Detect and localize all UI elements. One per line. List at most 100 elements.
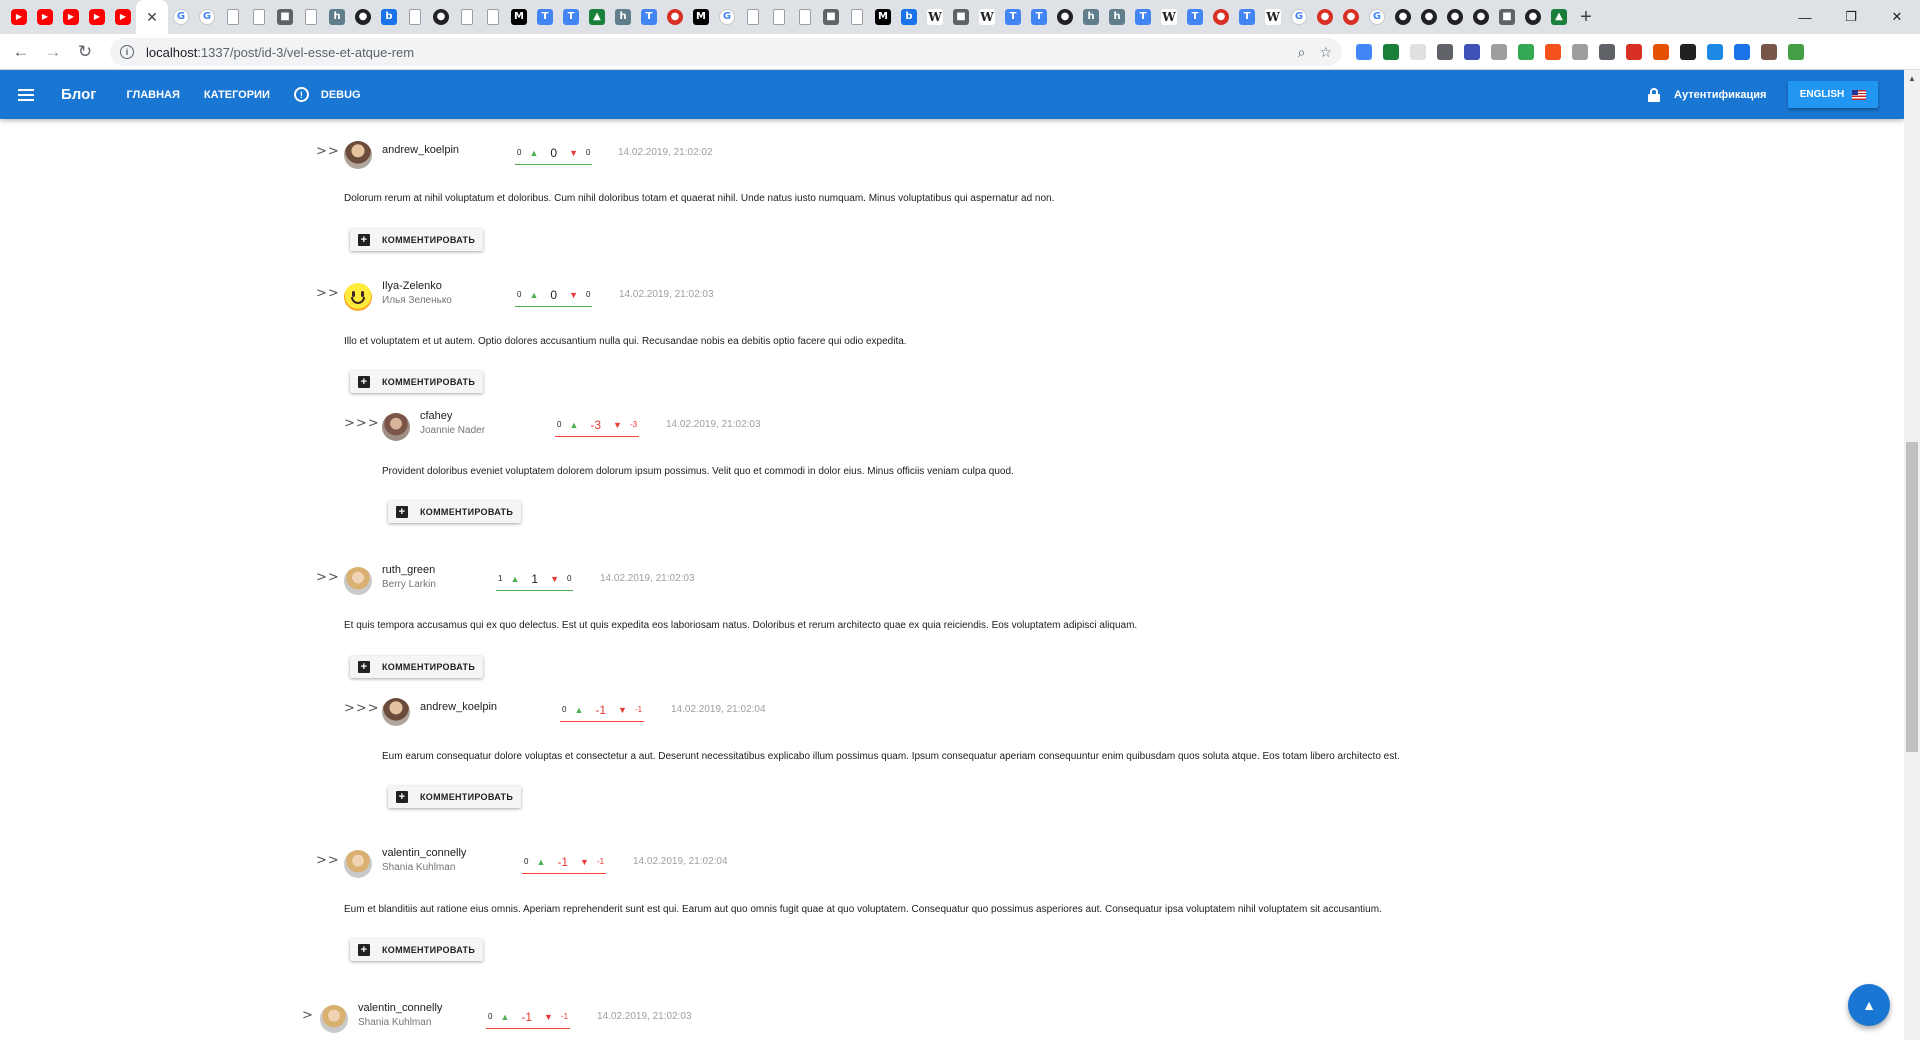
reply-button[interactable]: + КОММЕНТИРОВАТЬ [350,939,484,961]
browser-tab[interactable]: T [636,0,662,34]
avatar[interactable] [344,283,372,311]
forward-button[interactable]: → [38,37,68,67]
scrollbar-thumb[interactable] [1906,442,1918,752]
thumbs-down-icon[interactable]: ▼ [544,1012,553,1022]
extension-icon[interactable] [1572,44,1588,60]
browser-tab[interactable]: T [1182,0,1208,34]
extension-icon[interactable] [1464,44,1480,60]
browser-tab[interactable]: ▶ [32,0,58,34]
browser-tab[interactable] [454,0,480,34]
browser-tab[interactable]: ■ [818,0,844,34]
browser-tab[interactable]: ● [1312,0,1338,34]
browser-tab[interactable]: ▶ [84,0,110,34]
browser-tab[interactable] [480,0,506,34]
browser-tab[interactable]: ● [1520,0,1546,34]
reply-button[interactable]: + КОММЕНТИРОВАТЬ [388,786,522,808]
browser-tab[interactable]: ● [1052,0,1078,34]
comment-username[interactable]: cfahey [420,410,452,422]
thumbs-up-icon[interactable]: ▲ [574,705,583,715]
browser-tab[interactable]: ● [1390,0,1416,34]
tab-close-icon[interactable]: ✕ [146,9,158,26]
avatar[interactable] [344,141,372,169]
comment-username[interactable]: andrew_koelpin [420,701,497,713]
active-tab[interactable]: ✕ [136,0,168,34]
thumbs-up-icon[interactable]: ▲ [536,857,545,867]
browser-tab[interactable]: G [194,0,220,34]
browser-tab[interactable]: W [974,0,1000,34]
thumbs-down-icon[interactable]: ▼ [580,857,589,867]
extension-icon[interactable] [1734,44,1750,60]
extension-icon[interactable] [1383,44,1399,60]
minimize-button[interactable]: — [1782,0,1828,34]
browser-tab[interactable]: G [1286,0,1312,34]
browser-tab[interactable]: ● [1416,0,1442,34]
thumbs-up-icon[interactable]: ▲ [529,290,538,300]
browser-tab[interactable]: M [870,0,896,34]
browser-tab[interactable]: h [1104,0,1130,34]
extension-icon[interactable] [1707,44,1723,60]
browser-tab[interactable]: W [1156,0,1182,34]
browser-tab[interactable]: M [688,0,714,34]
menu-icon[interactable] [18,88,34,101]
browser-tab[interactable]: ● [1338,0,1364,34]
comment-username[interactable]: andrew_koelpin [382,144,459,156]
extension-icon[interactable] [1491,44,1507,60]
reply-button[interactable]: + КОММЕНТИРОВАТЬ [350,229,484,251]
browser-tab[interactable]: ■ [1494,0,1520,34]
browser-tab[interactable]: b [896,0,922,34]
browser-tab[interactable]: ▶ [6,0,32,34]
avatar[interactable] [320,1005,348,1033]
thumbs-up-icon[interactable]: ▲ [529,148,538,158]
browser-tab[interactable]: ▲ [584,0,610,34]
extension-icon[interactable] [1599,44,1615,60]
language-button[interactable]: ENGLISH [1788,81,1878,108]
new-tab-button[interactable]: + [1572,0,1600,34]
thread-depth-chevrons[interactable]: > [302,1008,314,1023]
browser-tab[interactable]: h [324,0,350,34]
browser-tab[interactable] [766,0,792,34]
browser-tab[interactable]: G [1364,0,1390,34]
browser-tab[interactable] [740,0,766,34]
zoom-icon[interactable]: ⌕ [1298,44,1306,61]
close-window-button[interactable]: ✕ [1874,0,1920,34]
browser-tab[interactable]: ● [1208,0,1234,34]
browser-tab[interactable]: ● [1442,0,1468,34]
bookmark-star-icon[interactable]: ☆ [1319,44,1332,61]
browser-tab[interactable]: ▶ [58,0,84,34]
browser-tab[interactable]: ▲ [1546,0,1572,34]
nav-categories[interactable]: КАТЕГОРИИ [204,89,270,101]
browser-tab[interactable]: b [376,0,402,34]
browser-tab[interactable]: M [506,0,532,34]
extension-icon[interactable] [1680,44,1696,60]
reply-button[interactable]: + КОММЕНТИРОВАТЬ [350,656,484,678]
extension-icon[interactable] [1626,44,1642,60]
thumbs-down-icon[interactable]: ▼ [618,705,627,715]
browser-tab[interactable]: ■ [272,0,298,34]
thumbs-down-icon[interactable]: ▼ [613,420,622,430]
thread-depth-chevrons[interactable]: >>> [344,416,380,431]
browser-tab[interactable]: ▶ [110,0,136,34]
thread-depth-chevrons[interactable]: >> [316,853,340,868]
browser-tab[interactable]: ● [428,0,454,34]
thumbs-up-icon[interactable]: ▲ [569,420,578,430]
nav-home[interactable]: ГЛАВНАЯ [127,89,180,101]
thumbs-down-icon[interactable]: ▼ [569,290,578,300]
browser-tab[interactable]: W [922,0,948,34]
thumbs-down-icon[interactable]: ▼ [550,574,559,584]
browser-tab[interactable]: T [532,0,558,34]
browser-tab[interactable] [220,0,246,34]
thumbs-up-icon[interactable]: ▲ [510,574,519,584]
scroll-up-arrow-icon[interactable]: ▲ [1904,70,1920,86]
extension-icon[interactable] [1761,44,1777,60]
browser-tab[interactable]: ■ [948,0,974,34]
comment-username[interactable]: valentin_connelly [382,847,466,859]
avatar[interactable] [382,413,410,441]
thread-depth-chevrons[interactable]: >> [316,286,340,301]
browser-tab[interactable]: T [558,0,584,34]
browser-tab[interactable]: T [1026,0,1052,34]
browser-tab[interactable]: ● [350,0,376,34]
extension-icon[interactable] [1410,44,1426,60]
comment-username[interactable]: Ilya-Zelenko [382,280,442,292]
browser-tab[interactable] [402,0,428,34]
thread-depth-chevrons[interactable]: >> [316,144,340,159]
